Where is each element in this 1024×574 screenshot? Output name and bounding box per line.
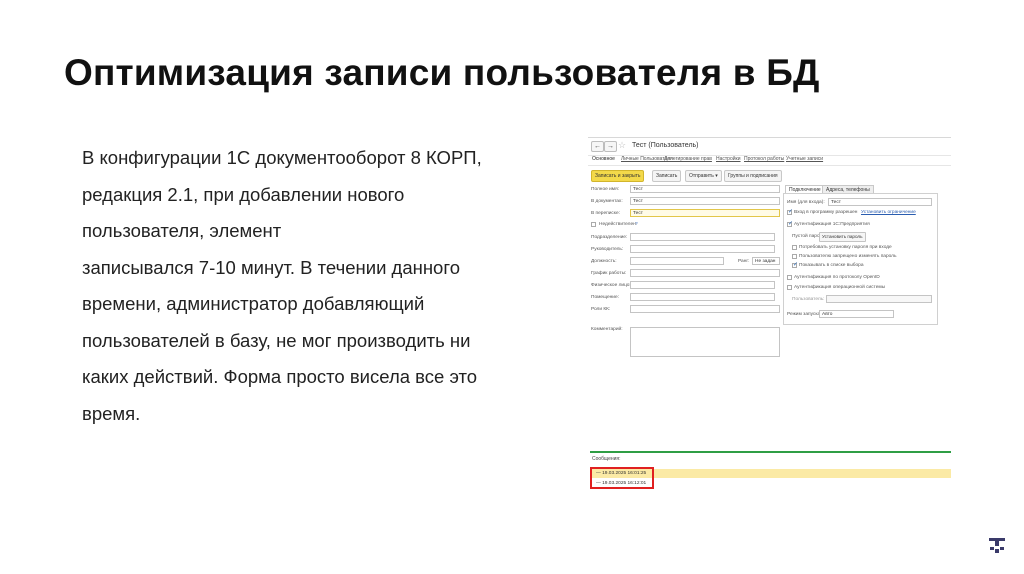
in-documents-label: В документах: bbox=[591, 199, 623, 204]
department-field[interactable] bbox=[630, 233, 775, 241]
form-tabs: Основное Личные Пользователя Делегирован… bbox=[588, 155, 951, 166]
invalid-label: Недействителен bbox=[599, 222, 636, 227]
slide: Оптимизация записи пользователя в БД В к… bbox=[0, 0, 1024, 574]
manager-field[interactable] bbox=[630, 245, 775, 253]
in-documents-field[interactable]: Тест bbox=[630, 197, 780, 205]
room-field[interactable] bbox=[630, 293, 775, 301]
slide-title: Оптимизация записи пользователя в БД bbox=[64, 52, 820, 93]
show-in-list-checkbox[interactable] bbox=[792, 261, 798, 268]
invalid-checkbox[interactable] bbox=[591, 222, 596, 227]
window-header: ← → ☆ Тест (Пользователь) bbox=[588, 137, 951, 156]
dropdown-icon: ▾ bbox=[715, 173, 718, 179]
body-line: времени, администратор добавляющий bbox=[82, 293, 425, 314]
position-field[interactable] bbox=[630, 257, 724, 265]
forbid-password-checkbox[interactable] bbox=[792, 254, 797, 259]
full-name-label: Полное имя: bbox=[591, 187, 620, 192]
login-label: Имя (для входа): bbox=[787, 200, 825, 205]
body-line: редакция 2.1, при добавлении нового bbox=[82, 183, 405, 205]
os-user-field[interactable] bbox=[826, 295, 932, 303]
launch-mode-label: Режим запуска: bbox=[787, 312, 822, 317]
tab-log[interactable]: Протокол работы bbox=[744, 156, 784, 162]
send-label: Отправить bbox=[689, 173, 714, 179]
auth-1c-checkbox[interactable] bbox=[787, 220, 793, 227]
in-correspondence-field[interactable]: Тест bbox=[630, 209, 780, 217]
forward-arrow-icon[interactable]: → bbox=[604, 141, 617, 152]
embedded-screenshot: ← → ☆ Тест (Пользователь) Основное Личны… bbox=[588, 137, 951, 497]
set-restriction-link[interactable]: Установить ограничение bbox=[861, 210, 916, 215]
body-line: пользователей в базу, не мог производить… bbox=[82, 329, 471, 351]
tab-settings[interactable]: Настройки bbox=[716, 156, 741, 162]
back-arrow-icon[interactable]: ← bbox=[591, 141, 604, 152]
os-user-label: Пользователь: bbox=[792, 297, 825, 302]
full-name-field[interactable]: Тест bbox=[630, 185, 780, 193]
access-label: Вход в программу разрешен bbox=[794, 210, 858, 215]
tab-main[interactable]: Основное bbox=[592, 156, 615, 162]
in-correspondence-label: В переписке: bbox=[591, 211, 620, 216]
connection-panel: Имя (для входа): Тест Вход в программу р… bbox=[783, 193, 938, 325]
tab-delegation[interactable]: Делегирование прав bbox=[664, 156, 712, 162]
os-auth-label: Аутентификация операционной системы bbox=[794, 285, 886, 290]
launch-mode-select[interactable]: Авто bbox=[819, 310, 894, 318]
send-button[interactable]: Отправить ▾ bbox=[685, 170, 722, 182]
rank-label: Ранг: bbox=[738, 259, 750, 264]
body-line: пользователя, элемент bbox=[82, 220, 282, 241]
require-password-checkbox[interactable] bbox=[792, 245, 797, 250]
star-icon[interactable]: ☆ bbox=[618, 140, 626, 151]
individual-field[interactable] bbox=[630, 281, 775, 289]
comment-field[interactable] bbox=[630, 327, 780, 357]
tab-accounts[interactable]: Учетные записи bbox=[786, 156, 823, 162]
openid-label: Аутентификация по протоколу OpenID bbox=[794, 275, 880, 280]
require-password-label: Потребовать установку пароля при входе bbox=[799, 245, 892, 250]
set-password-button[interactable]: Установить пароль bbox=[819, 232, 866, 242]
login-field[interactable]: Тест bbox=[828, 198, 932, 206]
position-label: Должность: bbox=[591, 259, 617, 264]
os-auth-checkbox[interactable] bbox=[787, 285, 792, 290]
save-button[interactable]: Записать bbox=[652, 170, 682, 182]
body-line: время. bbox=[82, 402, 141, 424]
window-title: Тест (Пользователь) bbox=[632, 142, 699, 149]
schedule-label: График работы: bbox=[591, 271, 627, 276]
openid-checkbox[interactable] bbox=[787, 275, 792, 280]
save-close-button[interactable]: Записать и закрыть bbox=[591, 170, 645, 182]
invalid-hint[interactable]: ? bbox=[635, 222, 638, 227]
auth-1c-label: Аутентификация 1С:Предприятия bbox=[794, 222, 870, 227]
body-line: каких действий. Форма просто висела все … bbox=[82, 366, 478, 387]
body-line: В конфигурации 1С документооборот 8 КОРП… bbox=[82, 147, 482, 168]
individual-label: Физическое лицо: bbox=[591, 283, 631, 288]
roles-field[interactable] bbox=[630, 305, 780, 313]
messages-divider bbox=[590, 451, 951, 453]
forbid-password-label: Пользователю запрещено изменять пароль bbox=[799, 254, 897, 259]
logo-icon bbox=[989, 538, 1005, 553]
department-label: Подразделение: bbox=[591, 235, 628, 240]
body-line: записывался 7-10 минут. В течении данног… bbox=[82, 256, 460, 278]
rank-field[interactable]: Не задан bbox=[752, 257, 780, 265]
access-checkbox[interactable] bbox=[787, 208, 793, 215]
show-in-list-label: Показывать в списке выбора bbox=[799, 263, 864, 268]
messages-title: Сообщения: bbox=[592, 456, 621, 462]
comment-label: Комментарий: bbox=[591, 327, 623, 332]
roles-label: Роли КК: bbox=[591, 307, 611, 312]
slide-body: В конфигурации 1С документооборот 8 КОРП… bbox=[82, 140, 562, 432]
room-label: Помещение: bbox=[591, 295, 619, 300]
highlight-box bbox=[590, 467, 654, 489]
schedule-field[interactable] bbox=[630, 269, 780, 277]
manager-label: Руководитель: bbox=[591, 247, 624, 252]
groups-button[interactable]: Группы и подписания bbox=[724, 170, 782, 182]
